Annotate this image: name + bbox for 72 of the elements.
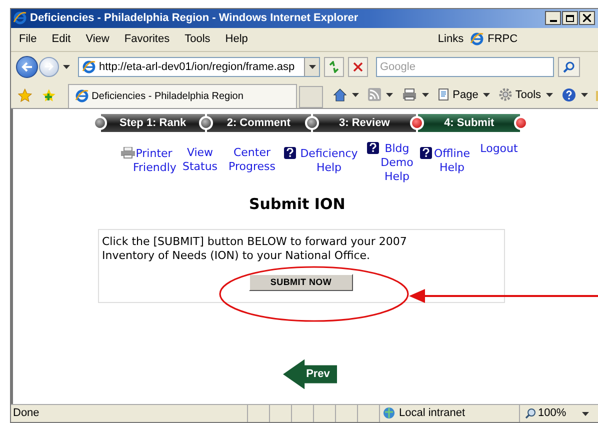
status-text: Done (12, 406, 40, 422)
close-icon (583, 14, 591, 22)
nav-link[interactable]: Logout (477, 142, 521, 156)
refresh-icon (328, 60, 340, 73)
refresh-button[interactable] (324, 56, 344, 77)
submit-button[interactable]: SUBMIT NOW (249, 274, 353, 292)
page-menu-button[interactable]: Page (438, 86, 478, 104)
nav-link[interactable]: View Status (180, 146, 220, 174)
nav-link[interactable]: Bldg Demo Help (367, 142, 415, 184)
caret-icon[interactable] (422, 92, 429, 97)
nav-link[interactable]: Offline Help (420, 146, 472, 175)
caret-icon[interactable] (546, 92, 554, 97)
address-field[interactable]: http://eta-arl-dev01/ion/region/frame.asp (78, 56, 320, 77)
printer-icon (121, 146, 135, 159)
help-icon (284, 146, 296, 159)
step-tab[interactable]: 3: Review (312, 114, 416, 132)
star-icon[interactable] (18, 88, 32, 102)
menu-item[interactable]: View (86, 31, 110, 48)
minimize-button[interactable] (545, 11, 561, 26)
search-icon (563, 60, 575, 73)
menu-item[interactable]: Help (225, 31, 248, 48)
stop-icon (353, 62, 363, 72)
favorite-link[interactable]: FRPC (470, 31, 518, 48)
help-icon (367, 142, 379, 154)
tools-menu-button[interactable]: Tools (499, 86, 542, 104)
caret-icon[interactable] (483, 92, 490, 97)
links-label: Links (438, 32, 464, 48)
nav-link[interactable]: Deficiency Help (284, 146, 362, 175)
caret-icon[interactable] (352, 92, 359, 97)
menu-item[interactable]: Tools (184, 31, 210, 48)
search-button[interactable] (558, 56, 580, 77)
page-icon (470, 32, 484, 46)
dropdown-button[interactable] (304, 58, 319, 76)
zoom-level[interactable]: 100% (538, 405, 566, 422)
page-icon (74, 89, 89, 104)
zoom-icon (525, 408, 536, 419)
stop-button[interactable] (348, 56, 368, 77)
network-icon (382, 407, 396, 420)
step-tab[interactable]: 2: Comment (206, 114, 310, 132)
caret-icon[interactable] (582, 412, 590, 416)
forward-arrow-icon (44, 62, 54, 72)
caret-icon[interactable] (308, 64, 316, 69)
back-button[interactable] (16, 56, 38, 78)
menu-item[interactable]: Favorites (124, 31, 170, 48)
caret-icon[interactable] (386, 92, 393, 97)
step-tab[interactable]: 4: Submit (418, 114, 520, 132)
nav-link[interactable]: Printer Friendly (121, 146, 175, 175)
menu-item[interactable]: Edit (52, 31, 71, 48)
page-icon (438, 88, 450, 102)
help-icon (420, 146, 432, 159)
window-title: Deficiencies - Philadelphia Region - Windows Internet Explorer (30, 11, 358, 26)
nav-link[interactable]: Center Progress (225, 146, 279, 174)
caret-icon[interactable] (581, 92, 588, 97)
help-icon[interactable] (562, 88, 576, 102)
ie-icon (13, 11, 27, 26)
zone-label: Local intranet (399, 406, 466, 422)
page-icon (82, 60, 96, 74)
browser-tab[interactable]: Deficiencies - Philadelphia Region (68, 84, 297, 108)
prev-button[interactable]: Prev (283, 359, 337, 390)
gear-icon (499, 88, 512, 102)
menu-item[interactable]: File (19, 31, 37, 48)
printer-icon[interactable] (402, 88, 417, 102)
add-favorite-icon[interactable] (42, 88, 56, 102)
step-tab[interactable]: Step 1: Rank (101, 114, 205, 132)
home-icon[interactable] (332, 88, 347, 102)
caret-icon[interactable] (63, 64, 70, 69)
close-button[interactable] (579, 11, 595, 26)
instruction-text: Click the [SUBMIT] button BELOW to forward your 2007 Inventory of Needs (ION) to your National Office. (102, 235, 408, 264)
page-heading: Submit ION (249, 194, 346, 215)
search-field[interactable]: Google (376, 56, 554, 77)
back-arrow-icon (21, 62, 33, 72)
maximize-button[interactable] (562, 11, 578, 26)
